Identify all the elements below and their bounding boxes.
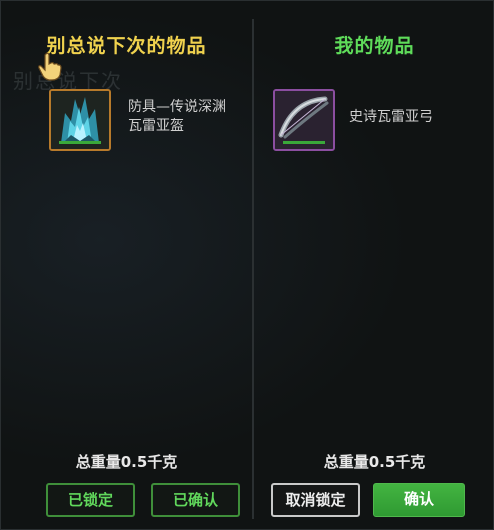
my-items-panel: 我的物品 史诗瓦雷亚弓 总重量0.5千克 取消锁定 确认 xyxy=(254,1,494,530)
total-weight: 总重量0.5千克 xyxy=(75,453,178,471)
trade-item-row: 防具—传说深渊瓦雷亚盔 xyxy=(1,87,252,157)
trade-item-row: 史诗瓦雷亚弓 xyxy=(254,87,494,157)
trade-window: 别总说下次 别总说下次的物品 防具—传说深渊瓦雷亚盔 总重量0.5千克 已锁定 … xyxy=(0,0,494,530)
total-weight: 总重量0.5千克 xyxy=(323,453,426,471)
item-slot[interactable] xyxy=(273,89,335,151)
hand-cursor-icon xyxy=(38,52,62,81)
item-name: 史诗瓦雷亚弓 xyxy=(349,109,433,125)
armor-helmet-icon xyxy=(51,91,109,149)
my-items-title: 我的物品 xyxy=(334,35,415,57)
confirmed-status-button: 已确认 xyxy=(151,483,240,517)
cancel-lock-button[interactable]: 取消锁定 xyxy=(271,483,360,517)
bow-icon xyxy=(275,91,333,149)
item-slot[interactable] xyxy=(49,89,111,151)
item-name: 防具—传说深渊瓦雷亚盔 xyxy=(128,99,226,134)
locked-status-button: 已锁定 xyxy=(46,483,135,517)
confirm-button[interactable]: 确认 xyxy=(373,483,465,517)
other-player-panel: 别总说下次 别总说下次的物品 防具—传说深渊瓦雷亚盔 总重量0.5千克 已锁定 … xyxy=(1,1,252,530)
